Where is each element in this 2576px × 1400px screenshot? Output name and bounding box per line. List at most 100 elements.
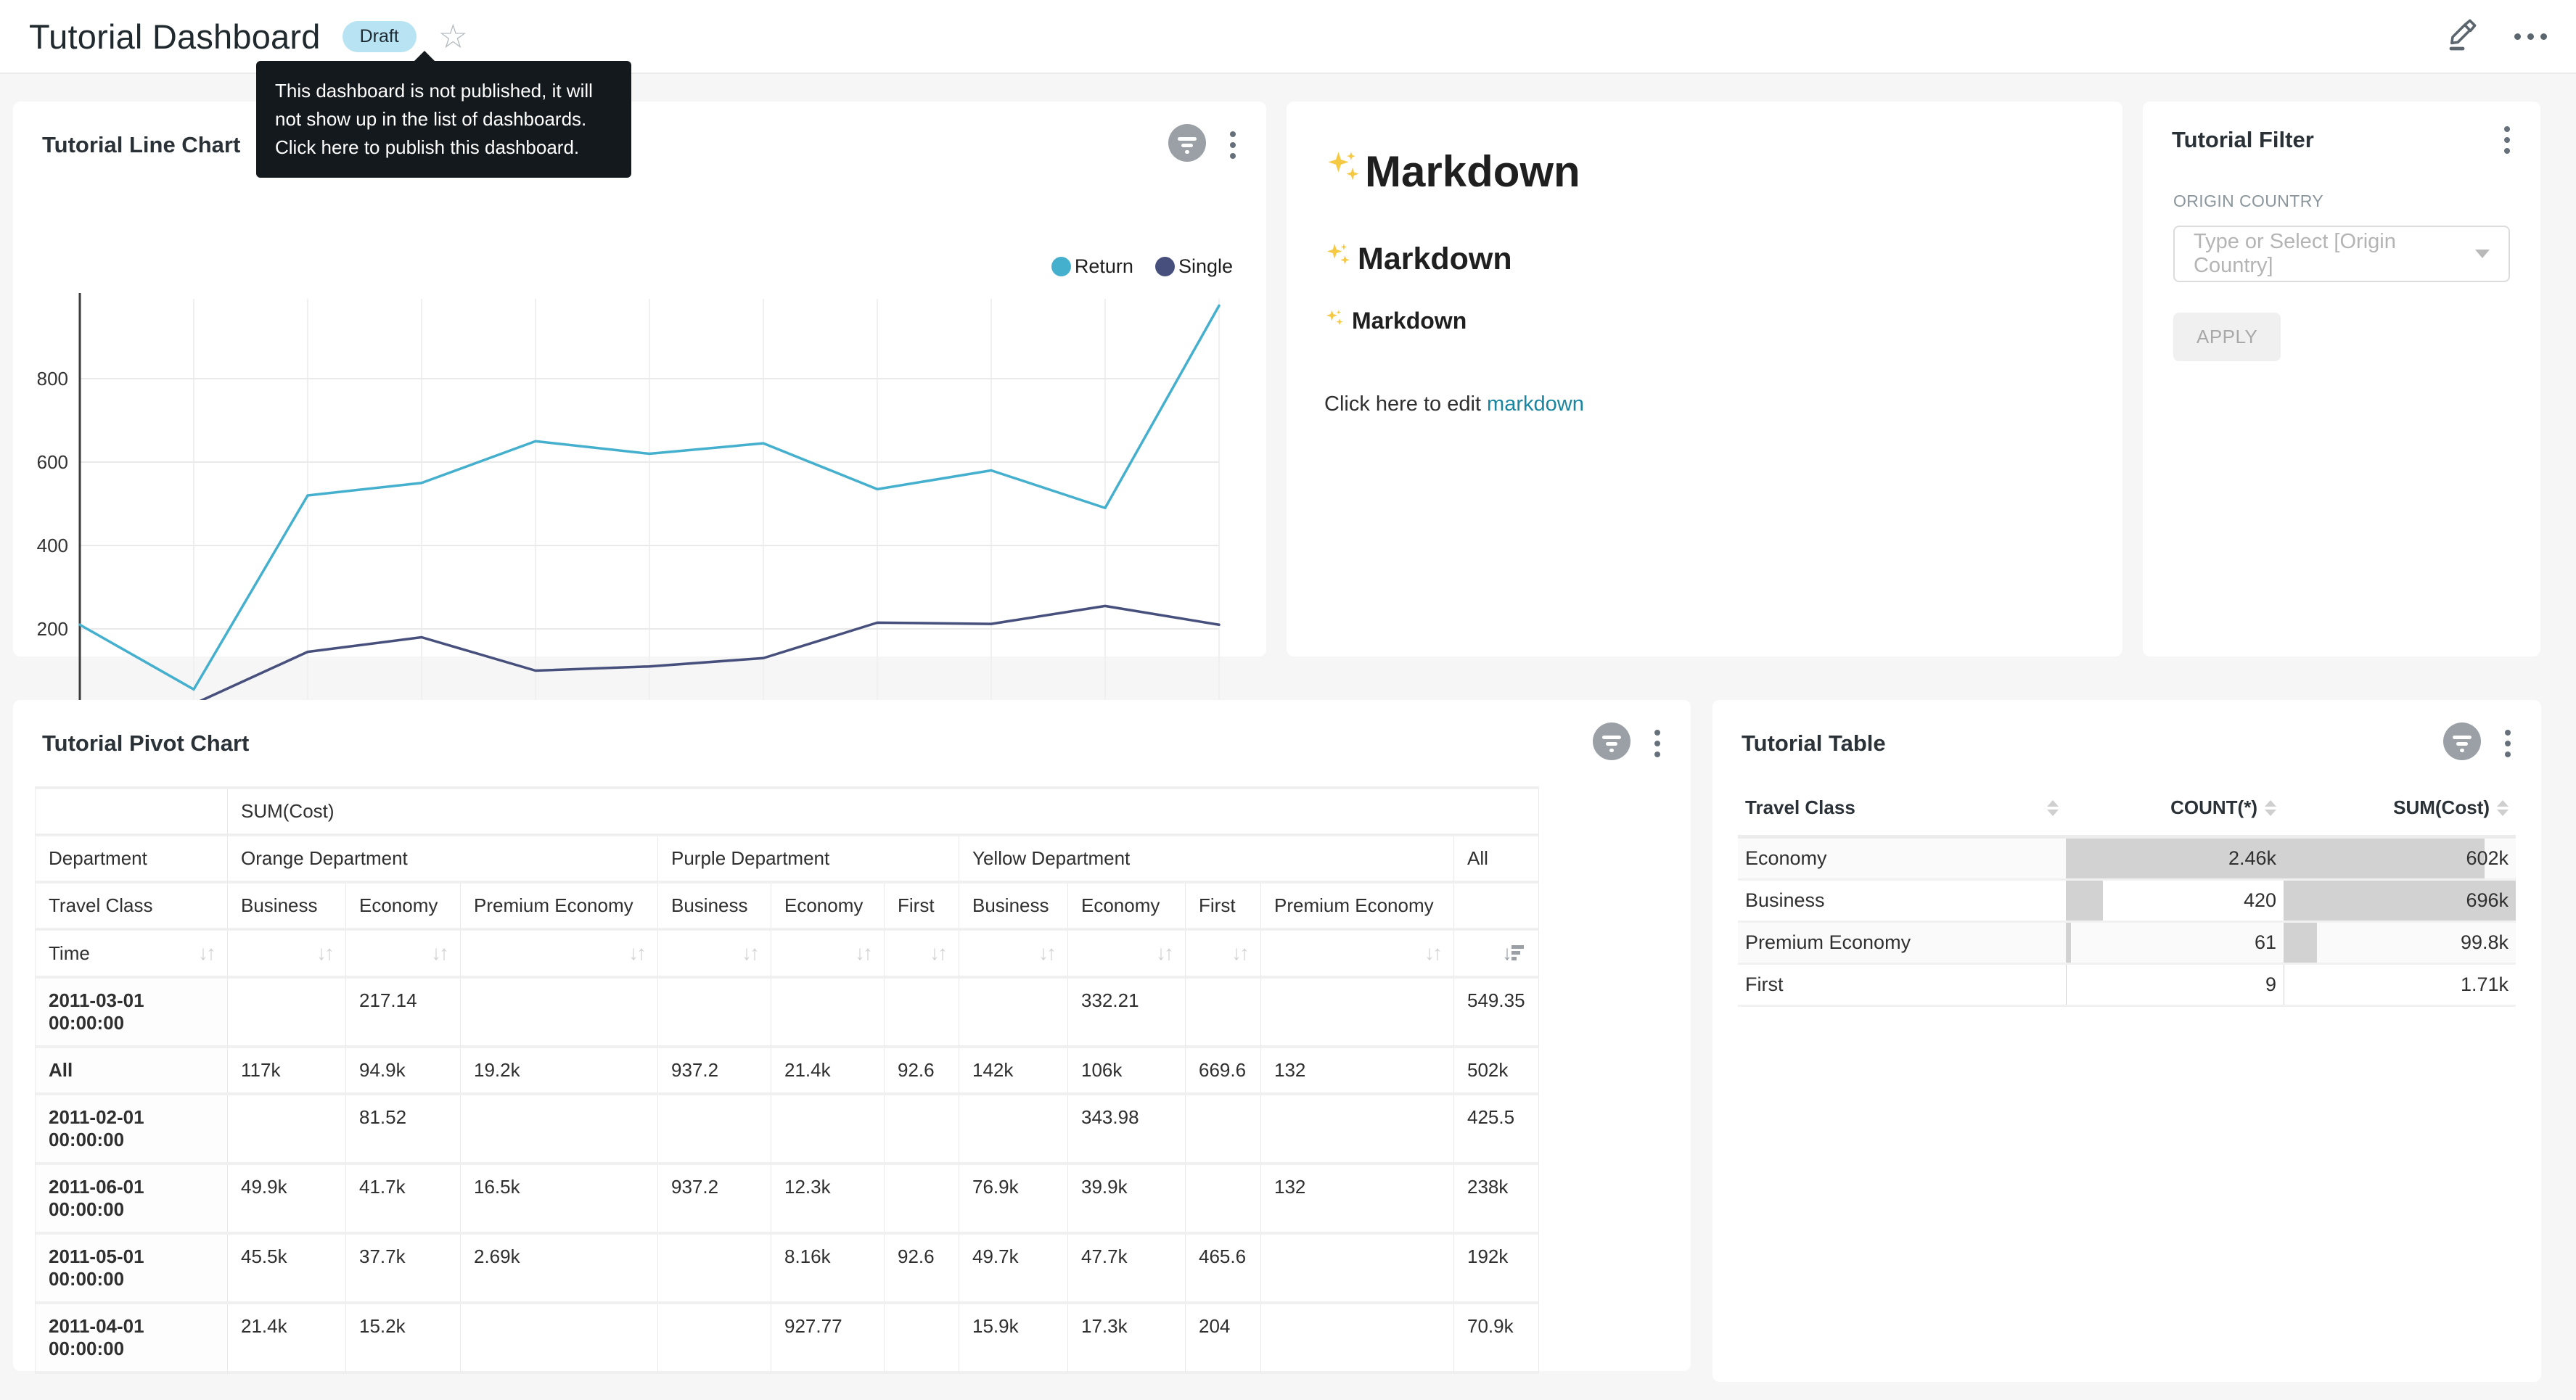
- markdown-paragraph: Click here to edit markdown: [1324, 392, 2085, 416]
- cell-count: 2.46k: [2066, 839, 2284, 881]
- table-row[interactable]: Economy2.46k602k: [1738, 839, 2516, 881]
- kebab-menu-icon[interactable]: [2501, 123, 2513, 157]
- kebab-menu-icon[interactable]: [1227, 128, 1239, 162]
- pivot-cell: [461, 979, 658, 1048]
- origin-country-select[interactable]: Type or Select [Origin Country]: [2173, 226, 2510, 282]
- filter-indicator-icon[interactable]: [2442, 722, 2482, 765]
- sort-icon[interactable]: ↓↑: [316, 942, 332, 965]
- kebab-menu-icon[interactable]: [1652, 727, 1663, 760]
- sort-icon[interactable]: ↓↑: [1038, 942, 1054, 965]
- pivot-cell: 192k: [1454, 1235, 1539, 1304]
- pivot-cell: 669.6: [1186, 1048, 1261, 1095]
- pivot-col-header: Economy: [1068, 884, 1186, 931]
- pivot-cell: [959, 1095, 1068, 1165]
- cell-travel-class: Premium Economy: [1738, 923, 2066, 965]
- pivot-cell: 12.3k: [771, 1165, 885, 1235]
- ellipsis-menu-icon[interactable]: [2514, 33, 2547, 40]
- pivot-row-header: All: [36, 1048, 228, 1095]
- pivot-chart-card: Tutorial Pivot Chart SUM(Cost)Department…: [13, 700, 1691, 1371]
- legend-item-single[interactable]: Single: [1155, 255, 1233, 278]
- pivot-cell: [1261, 1304, 1454, 1374]
- pivot-cell: 47.7k: [1068, 1235, 1186, 1304]
- pivot-cell: 45.5k: [228, 1235, 346, 1304]
- sort-icon[interactable]: ↓↑: [431, 942, 447, 965]
- apply-button[interactable]: APPLY: [2173, 313, 2281, 361]
- sort-icon[interactable]: ↓↑: [742, 942, 758, 965]
- pivot-measure-header: SUM(Cost): [228, 789, 1539, 836]
- pivot-col-header: Premium Economy: [1261, 884, 1454, 931]
- sort-icon[interactable]: ↓↑: [1231, 942, 1247, 965]
- origin-country-label: ORIGIN COUNTRY: [2173, 192, 2510, 211]
- column-header-sum-cost[interactable]: SUM(Cost): [2284, 781, 2516, 839]
- pivot-cell: 92.6: [885, 1235, 959, 1304]
- cell-bar: [2066, 965, 2067, 1005]
- pivot-cell: 332.21: [1068, 979, 1186, 1048]
- line-chart-title: Tutorial Line Chart: [42, 132, 240, 158]
- pivot-sort-cell: ↓↑: [228, 931, 346, 979]
- filter-card-title: Tutorial Filter: [2172, 127, 2314, 153]
- pivot-time-header: Time↓↑: [36, 931, 228, 979]
- column-header-count[interactable]: COUNT(*): [2066, 781, 2284, 839]
- table-row[interactable]: First91.71k: [1738, 965, 2516, 1007]
- pivot-data-row: 2011-06-01 00:00:0049.9k41.7k16.5k937.21…: [36, 1165, 1539, 1235]
- pivot-cell: 425.5: [1454, 1095, 1539, 1165]
- table-title: Tutorial Table: [1742, 730, 1886, 757]
- filter-card: Tutorial Filter ORIGIN COUNTRY Type or S…: [2143, 102, 2540, 656]
- pivot-row-header: 2011-04-01 00:00:00: [36, 1304, 228, 1374]
- pivot-col-header: Premium Economy: [461, 884, 658, 931]
- sort-icon[interactable]: ↓↑: [628, 942, 644, 965]
- column-header-travel-class[interactable]: Travel Class: [1738, 781, 2066, 839]
- legend-item-return[interactable]: Return: [1051, 255, 1133, 278]
- pivot-cell: [885, 1165, 959, 1235]
- kebab-menu-icon[interactable]: [2502, 727, 2514, 760]
- pivot-cell: 70.9k: [1454, 1304, 1539, 1374]
- pivot-cell: 238k: [1454, 1165, 1539, 1235]
- cell-bar: [2066, 923, 2071, 963]
- sort-icon[interactable]: ↓↑: [1156, 942, 1172, 965]
- table-row[interactable]: Business420696k: [1738, 881, 2516, 923]
- pivot-cell: 204: [1186, 1304, 1261, 1374]
- sort-desc-icon[interactable]: ↓: [1502, 942, 1525, 965]
- pivot-data-row: 2011-02-01 00:00:0081.52343.98425.5: [36, 1095, 1539, 1165]
- pivot-cell: 217.14: [346, 979, 461, 1048]
- pivot-cell: 21.4k: [771, 1048, 885, 1095]
- pivot-cell: [771, 979, 885, 1048]
- edit-markdown-link[interactable]: markdown: [1487, 392, 1584, 416]
- sort-icon[interactable]: [2497, 800, 2509, 816]
- markdown-h2: Markdown: [1324, 242, 2085, 277]
- sort-icon[interactable]: ↓↑: [1424, 942, 1440, 965]
- pivot-department-row: DepartmentOrange DepartmentPurple Depart…: [36, 836, 1539, 884]
- series-line-single[interactable]: [194, 606, 1219, 704]
- filter-indicator-icon[interactable]: [1168, 123, 1207, 166]
- pivot-axis-label: Travel Class: [36, 884, 228, 931]
- draft-badge[interactable]: Draft: [342, 21, 417, 52]
- filter-indicator-icon[interactable]: [1592, 722, 1631, 765]
- sort-icon[interactable]: [2047, 800, 2059, 816]
- pivot-cell: 92.6: [885, 1048, 959, 1095]
- pivot-cell: [658, 979, 771, 1048]
- cell-travel-class: Economy: [1738, 839, 2066, 881]
- pivot-cell: 142k: [959, 1048, 1068, 1095]
- pivot-data-row: All117k94.9k19.2k937.221.4k92.6142k106k6…: [36, 1048, 1539, 1095]
- pivot-cell: [885, 979, 959, 1048]
- pivot-sort-cell: ↓: [1454, 931, 1539, 979]
- pivot-col-header: Business: [658, 884, 771, 931]
- y-axis-tick: 800: [37, 368, 68, 390]
- pivot-sort-cell: ↓↑: [1186, 931, 1261, 979]
- sort-icon[interactable]: ↓↑: [930, 942, 946, 965]
- sort-icon[interactable]: [2265, 800, 2276, 816]
- cell-count: 9: [2066, 965, 2284, 1007]
- sparkles-icon: [1324, 147, 1362, 197]
- pivot-row-header: 2011-03-01 00:00:00: [36, 979, 228, 1048]
- sort-icon[interactable]: ↓↑: [198, 942, 214, 965]
- pivot-cell: [461, 1304, 658, 1374]
- markdown-card[interactable]: Markdown Markdown Markdown Click here to…: [1287, 102, 2122, 656]
- pivot-cell: [461, 1095, 658, 1165]
- star-icon[interactable]: ☆: [438, 20, 468, 53]
- table-row[interactable]: Premium Economy6199.8k: [1738, 923, 2516, 965]
- pivot-col-header: [1454, 884, 1539, 931]
- pivot-sort-cell: ↓↑: [461, 931, 658, 979]
- edit-pencil-icon[interactable]: [2445, 17, 2479, 56]
- sort-icon[interactable]: ↓↑: [855, 942, 871, 965]
- markdown-h3: Markdown: [1324, 308, 2085, 334]
